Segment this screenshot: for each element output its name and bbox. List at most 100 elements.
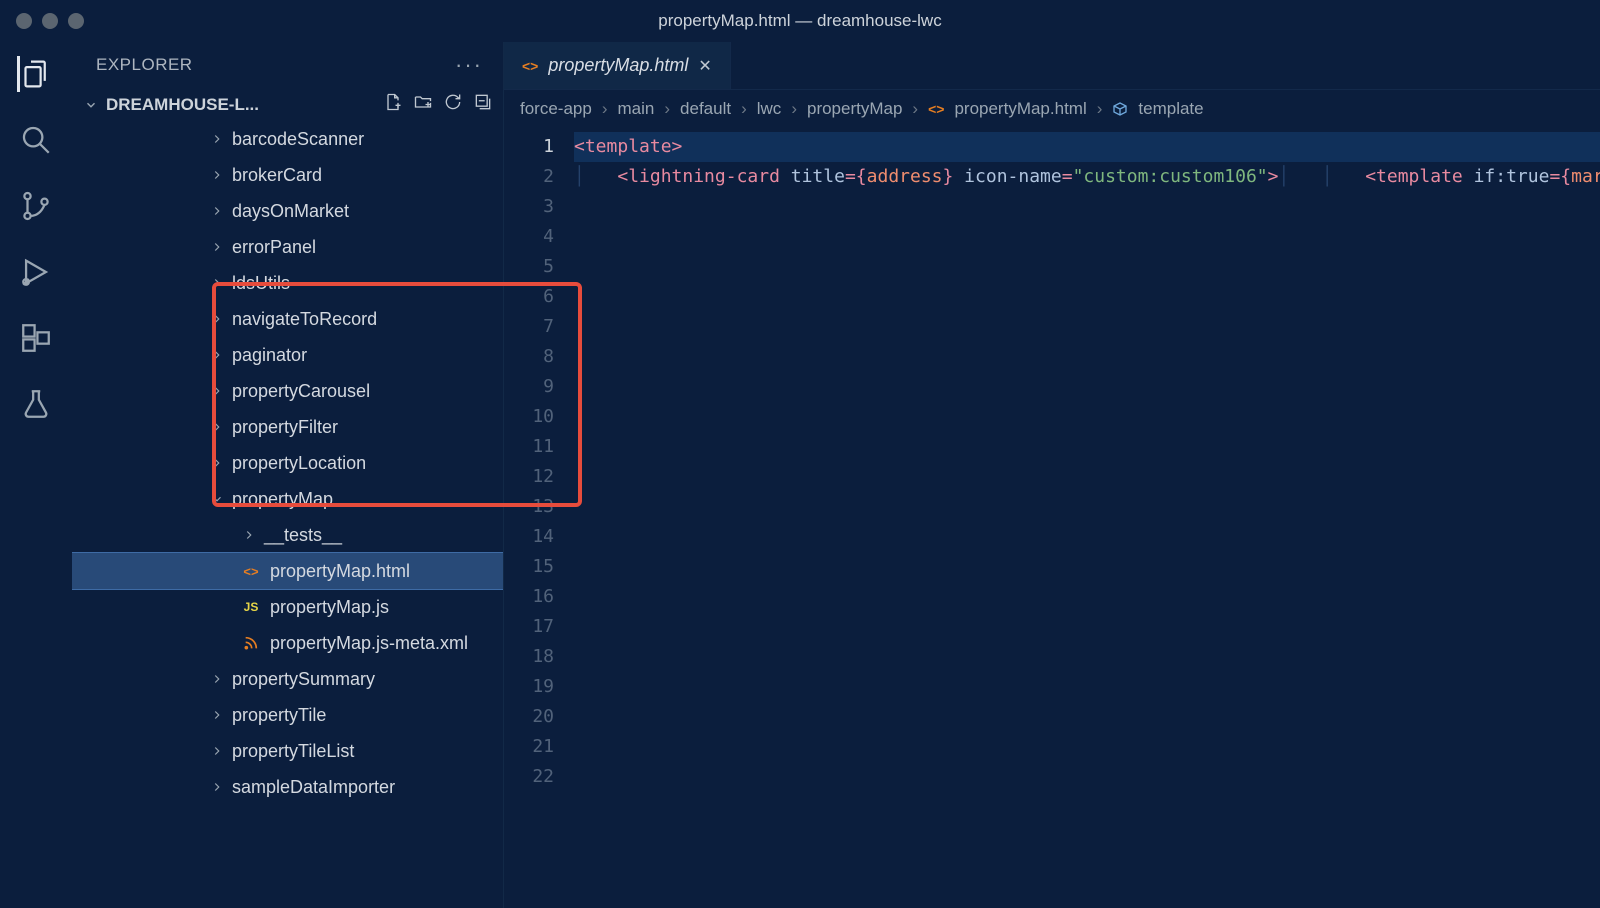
window-title: propertyMap.html — dreamhouse-lwc	[658, 11, 941, 31]
tree-item-label: propertySummary	[232, 669, 375, 690]
testing-icon[interactable]	[18, 386, 54, 422]
chevron-right-icon	[208, 204, 226, 218]
tree-item-label: propertyCarousel	[232, 381, 370, 402]
traffic-minimize[interactable]	[42, 13, 58, 29]
tab-label: propertyMap.html	[548, 55, 688, 76]
folder-item[interactable]: propertyLocation	[72, 445, 503, 481]
folder-item[interactable]: navigateToRecord	[72, 301, 503, 337]
tree-item-label: propertyFilter	[232, 417, 338, 438]
breadcrumb-part[interactable]: force-app	[520, 99, 592, 119]
chevron-right-icon	[208, 780, 226, 794]
tree-item-label: navigateToRecord	[232, 309, 377, 330]
breadcrumb-part[interactable]: template	[1138, 99, 1203, 119]
new-folder-icon[interactable]	[413, 92, 433, 117]
explorer-sidebar: EXPLORER ··· DREAMHOUSE-L... barcodeSc	[72, 42, 504, 908]
explorer-header: EXPLORER ···	[72, 42, 503, 88]
chevron-right-icon	[208, 744, 226, 758]
source-control-icon[interactable]	[18, 188, 54, 224]
explorer-title: EXPLORER	[96, 55, 193, 75]
breadcrumb-part[interactable]: propertyMap.html	[954, 99, 1086, 119]
tree-item-label: propertyLocation	[232, 453, 366, 474]
search-icon[interactable]	[18, 122, 54, 158]
breadcrumb[interactable]: force-app› main› default› lwc› propertyM…	[504, 90, 1600, 128]
chevron-right-icon	[208, 348, 226, 362]
folder-item[interactable]: brokerCard	[72, 157, 503, 193]
title-bar: propertyMap.html — dreamhouse-lwc	[0, 0, 1600, 42]
chevron-right-icon	[208, 456, 226, 470]
tree-item-label: barcodeScanner	[232, 129, 364, 150]
tree-item-label: paginator	[232, 345, 307, 366]
chevron-right-icon	[208, 672, 226, 686]
tree-item-label: propertyMap.js-meta.xml	[270, 633, 468, 654]
traffic-close[interactable]	[16, 13, 32, 29]
chevron-down-icon	[84, 98, 98, 112]
breadcrumb-part[interactable]: lwc	[757, 99, 782, 119]
tree-item-label: ldsUtils	[232, 273, 290, 294]
folder-item[interactable]: propertyTileList	[72, 733, 503, 769]
tree-item-label: errorPanel	[232, 237, 316, 258]
chevron-right-icon	[208, 420, 226, 434]
breadcrumb-part[interactable]: propertyMap	[807, 99, 902, 119]
code-editor[interactable]: 12345678910111213141516171819202122 <tem…	[504, 128, 1600, 908]
folder-item[interactable]: daysOnMarket	[72, 193, 503, 229]
symbol-icon	[1112, 101, 1128, 117]
folder-item[interactable]: propertyTile	[72, 697, 503, 733]
tree-item-label: __tests__	[264, 525, 342, 546]
breadcrumb-part[interactable]: main	[618, 99, 655, 119]
refresh-icon[interactable]	[443, 92, 463, 117]
html-file-icon: <>	[522, 58, 538, 74]
chevron-right-icon	[208, 240, 226, 254]
html-file-icon: <>	[240, 564, 262, 579]
chevron-right-icon	[208, 276, 226, 290]
chevron-right-icon	[240, 528, 258, 542]
tab-propertymap-html[interactable]: <> propertyMap.html ✕	[504, 42, 731, 89]
tree-item-label: propertyMap.html	[270, 561, 410, 582]
xml-file-icon	[240, 635, 262, 651]
tree-item-label: propertyTile	[232, 705, 326, 726]
chevron-right-icon	[208, 168, 226, 182]
html-file-icon: <>	[928, 101, 944, 117]
folder-item[interactable]: barcodeScanner	[72, 121, 503, 157]
tree-item-label: propertyTileList	[232, 741, 354, 762]
js-file-icon: JS	[240, 600, 262, 614]
folder-item[interactable]: paginator	[72, 337, 503, 373]
close-icon[interactable]: ✕	[698, 56, 711, 76]
folder-item[interactable]: propertyFilter	[72, 409, 503, 445]
file-item[interactable]: <> propertyMap.html	[72, 553, 503, 589]
traffic-zoom[interactable]	[68, 13, 84, 29]
folder-item[interactable]: errorPanel	[72, 229, 503, 265]
chevron-right-icon	[208, 384, 226, 398]
tree-item-label: brokerCard	[232, 165, 322, 186]
chevron-right-icon	[208, 708, 226, 722]
folder-item[interactable]: ldsUtils	[72, 265, 503, 301]
explorer-icon[interactable]	[17, 56, 53, 92]
breadcrumb-part[interactable]: default	[680, 99, 731, 119]
folder-item[interactable]: sampleDataImporter	[72, 769, 503, 805]
project-name: DREAMHOUSE-L...	[106, 95, 259, 115]
code-content[interactable]: <template>│ <lightning-card title={addre…	[568, 128, 1600, 908]
run-debug-icon[interactable]	[18, 254, 54, 290]
chevron-right-icon	[208, 132, 226, 146]
line-gutter: 12345678910111213141516171819202122	[504, 128, 568, 908]
new-file-icon[interactable]	[383, 92, 403, 117]
folder-item[interactable]: propertySummary	[72, 661, 503, 697]
tree-item-label: propertyMap	[232, 489, 333, 510]
editor-area: <> propertyMap.html ✕ force-app› main› d…	[504, 42, 1600, 908]
activity-bar	[0, 42, 72, 908]
explorer-more-icon[interactable]: ···	[455, 52, 483, 78]
folder-item[interactable]: propertyCarousel	[72, 373, 503, 409]
folder-item[interactable]: propertyMap	[72, 481, 503, 517]
extensions-icon[interactable]	[18, 320, 54, 356]
file-tree[interactable]: barcodeScanner brokerCard daysOnMarket erro…	[72, 121, 503, 908]
window-controls	[16, 13, 84, 29]
project-row[interactable]: DREAMHOUSE-L...	[72, 88, 503, 121]
collapse-all-icon[interactable]	[473, 92, 493, 117]
tree-item-label: sampleDataImporter	[232, 777, 395, 798]
folder-item[interactable]: __tests__	[72, 517, 503, 553]
tree-item-label: daysOnMarket	[232, 201, 349, 222]
file-item[interactable]: propertyMap.js-meta.xml	[72, 625, 503, 661]
chevron-right-icon	[208, 312, 226, 326]
editor-tabs: <> propertyMap.html ✕	[504, 42, 1600, 90]
chevron-down-icon	[208, 492, 226, 506]
file-item[interactable]: JSpropertyMap.js	[72, 589, 503, 625]
